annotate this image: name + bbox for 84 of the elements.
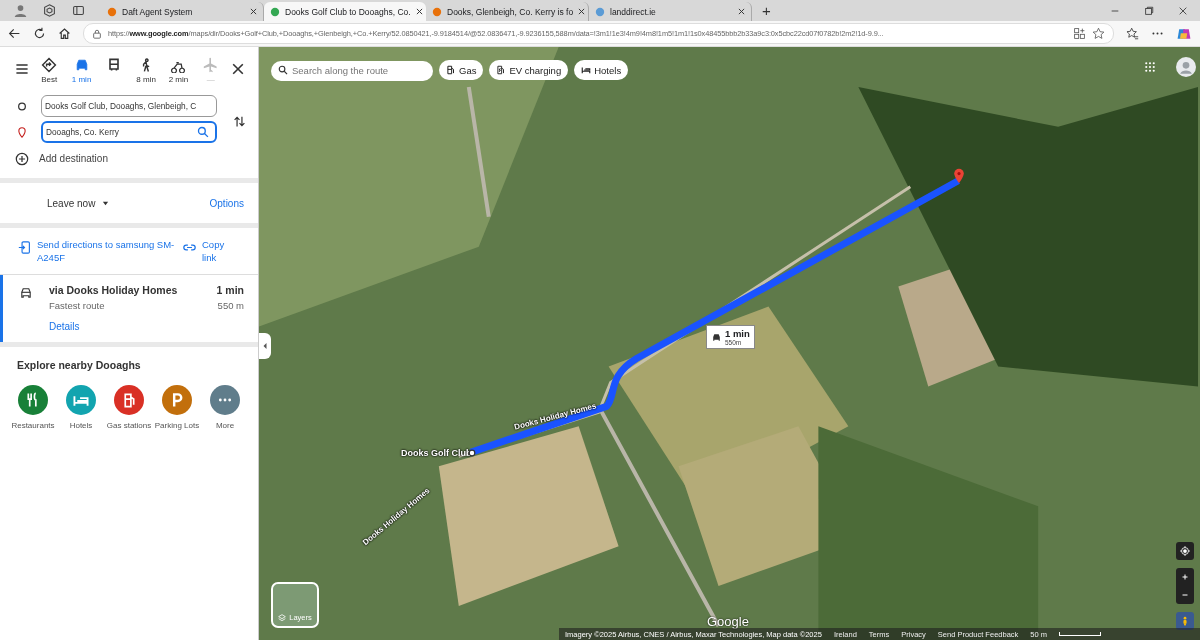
- tab-title: Dooks Golf Club to Dooaghs, Co.: [285, 6, 411, 17]
- send-directions-link[interactable]: Send directions to samsung SM-A245F: [37, 238, 177, 264]
- car-icon: [711, 331, 722, 343]
- app-available-icon[interactable]: [1073, 27, 1086, 40]
- scale-bar: [1059, 632, 1101, 636]
- close-tab-icon[interactable]: [415, 8, 423, 15]
- favorites-icon[interactable]: [1126, 27, 1139, 40]
- favicon-icon: [270, 6, 280, 17]
- car-icon: [19, 286, 33, 300]
- explore-category[interactable]: More: [202, 385, 248, 431]
- star-icon[interactable]: [1092, 27, 1105, 40]
- swap-icon[interactable]: [233, 114, 246, 128]
- route-time: 1 min: [216, 284, 244, 296]
- search-icon: [278, 65, 288, 75]
- tab-title: Dooks, Glenbeigh, Co. Kerry is fo: [447, 6, 574, 17]
- account-avatar-icon[interactable]: [1176, 57, 1196, 77]
- road-label: Dooks Holiday Homes: [513, 401, 598, 432]
- close-tab-icon[interactable]: [578, 8, 586, 15]
- close-icon[interactable]: [1178, 5, 1188, 16]
- street-view-person-icon[interactable]: [1176, 612, 1194, 630]
- route-distance: 550 m: [217, 300, 244, 311]
- my-location-icon[interactable]: [1176, 542, 1194, 560]
- explore-category[interactable]: Parking Lots: [154, 385, 200, 431]
- search-icon[interactable]: [197, 126, 209, 138]
- route-title: via Dooks Holiday Homes: [49, 284, 178, 296]
- origin-circle-icon: [17, 100, 27, 112]
- category-chip[interactable]: Hotels: [574, 60, 629, 80]
- close-tab-icon[interactable]: [250, 8, 257, 15]
- route-option[interactable]: via Dooks Holiday Homes 1 min Fastest route 550 m Details: [0, 275, 258, 342]
- copy-link[interactable]: Copy link: [202, 238, 236, 264]
- airplane-icon: [202, 57, 219, 73]
- explore-heading: Explore nearby Dooaghs: [16, 359, 142, 371]
- address-bar[interactable]: [83, 23, 1114, 44]
- tab-actions-icon[interactable]: [72, 4, 85, 17]
- category-chip[interactable]: Gas: [439, 60, 484, 80]
- destination-pin-icon: [953, 168, 965, 184]
- favicon-icon: [107, 6, 117, 17]
- category-chip[interactable]: EV charging: [489, 60, 569, 80]
- close-tab-icon[interactable]: [738, 8, 745, 15]
- origin-field[interactable]: Dooks Golf Club, Dooaghs, Glenbeigh, C: [41, 95, 217, 117]
- caret-icon: [262, 343, 268, 349]
- explore-category[interactable]: Hotels: [58, 385, 104, 431]
- satellite-map-drawing[interactable]: [259, 47, 1200, 640]
- details-link[interactable]: Details: [49, 321, 80, 332]
- bed-icon: [581, 65, 592, 75]
- start-point-icon: [468, 449, 476, 457]
- leave-now-dropdown[interactable]: Leave now: [47, 197, 110, 209]
- caret-icon: [102, 199, 110, 207]
- travel-mode-tab[interactable]: Best: [36, 57, 63, 85]
- reload-icon[interactable]: [33, 27, 46, 40]
- back-icon[interactable]: [8, 27, 21, 40]
- browser-tab[interactable]: Dooks Golf Club to Dooaghs, Co.: [264, 2, 426, 21]
- workspaces-icon[interactable]: [43, 4, 56, 17]
- home-icon[interactable]: [58, 27, 71, 40]
- ev-charger-icon: [496, 65, 507, 75]
- add-icon[interactable]: [15, 151, 29, 166]
- menu-icon[interactable]: [14, 61, 30, 77]
- layers-icon: [278, 614, 287, 622]
- add-destination-link[interactable]: Add destination: [39, 147, 108, 170]
- directions-icon: [41, 57, 58, 73]
- destination-pin-icon: [17, 126, 27, 138]
- link-icon: [183, 241, 196, 254]
- destination-field[interactable]: Dooaghs, Co. Kerry: [41, 121, 217, 143]
- explore-category[interactable]: Gas stations: [106, 385, 152, 431]
- restore-icon[interactable]: [1144, 5, 1154, 16]
- tab-title: Daft Agent System: [122, 6, 194, 17]
- travel-mode-tab[interactable]: 1 min: [68, 57, 95, 85]
- collapse-panel-button[interactable]: [259, 333, 271, 359]
- travel-mode-tab[interactable]: 2 min: [165, 57, 192, 85]
- send-to-phone-icon: [18, 241, 31, 254]
- new-tab-button[interactable]: +: [762, 2, 771, 19]
- options-link[interactable]: Options: [209, 197, 244, 209]
- lock-icon[interactable]: [92, 28, 102, 39]
- profile-icon[interactable]: [14, 4, 27, 17]
- favicon-icon: [432, 6, 442, 17]
- route-subtitle: Fastest route: [49, 300, 105, 311]
- apps-grid-icon[interactable]: [1144, 61, 1156, 73]
- travel-mode-tab[interactable]: 8 min: [133, 57, 160, 85]
- tab-title: landdirect.ie: [610, 6, 657, 17]
- callout-time: 1 min: [725, 328, 750, 339]
- fuel-pump-icon: [446, 65, 456, 75]
- map-logo: Google: [707, 614, 749, 629]
- explore-category[interactable]: Restaurants: [10, 385, 56, 431]
- favicon-icon: [595, 6, 605, 17]
